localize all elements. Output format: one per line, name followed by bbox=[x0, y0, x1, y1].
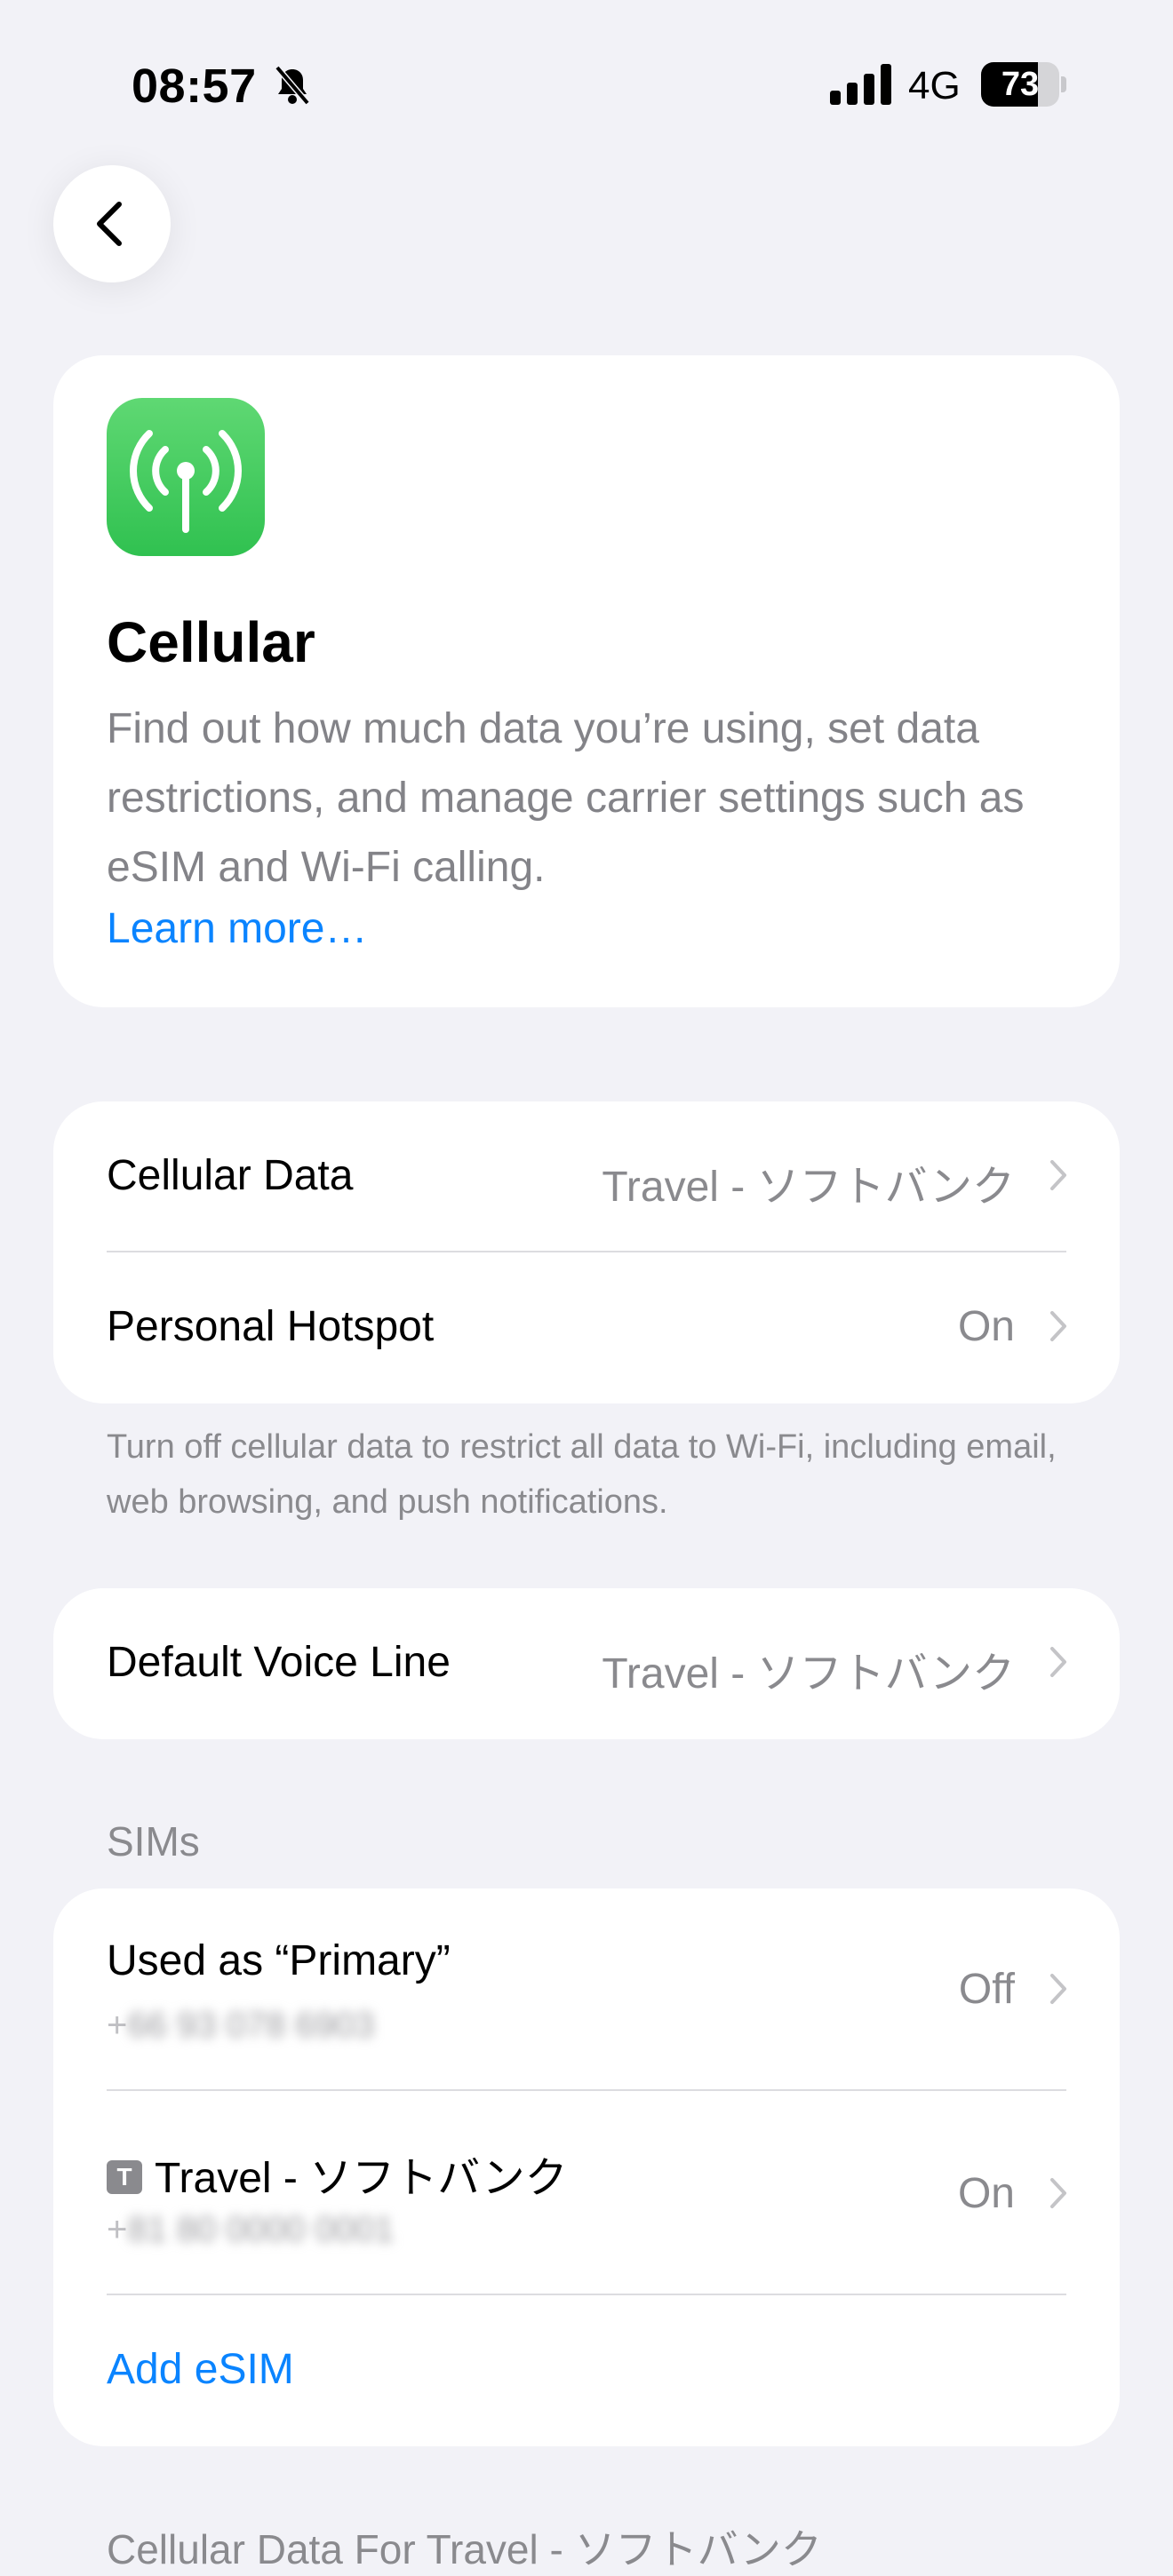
phone-prefix: + bbox=[107, 2210, 128, 2249]
battery-indicator: 73 bbox=[981, 62, 1066, 107]
cellular-data-row[interactable]: Cellular Data Travel - ソフトバンク bbox=[53, 1101, 1120, 1252]
row-value: On bbox=[957, 1303, 1015, 1350]
cellular-info-card: Cellular Find out how much data you’re u… bbox=[53, 355, 1120, 1007]
cellular-data-footnote: Turn off cellular data to restrict all d… bbox=[107, 1428, 1057, 1521]
chevron-right-icon bbox=[1050, 2178, 1066, 2208]
chevron-right-icon bbox=[1050, 1647, 1066, 1677]
network-type: 4G bbox=[908, 64, 961, 107]
bell-slash-icon bbox=[275, 65, 310, 106]
row-label: Cellular Data bbox=[107, 1152, 354, 1199]
sim-row-travel[interactable]: T Travel - ソフトバンク +81 80 0000 0001 On bbox=[53, 2091, 1120, 2295]
sim-tag-badge: T bbox=[107, 2160, 142, 2195]
chevron-right-icon bbox=[1050, 1974, 1066, 2004]
row-label: Default Voice Line bbox=[107, 1639, 451, 1686]
sim-number: +81 80 0000 0001 bbox=[107, 2210, 395, 2250]
chevron-left-icon bbox=[97, 202, 122, 246]
sim-row-primary[interactable]: Used as “Primary” +66 93 078 6903 Off bbox=[53, 1888, 1120, 2091]
cellular-signal-icon bbox=[830, 64, 891, 105]
cellular-data-travel-header: Cellular Data For Travel - ソフトバンク bbox=[107, 2526, 822, 2572]
voice-line-group: Default Voice Line Travel - ソフトバンク bbox=[53, 1588, 1120, 1739]
chevron-right-icon bbox=[1050, 1311, 1066, 1341]
divider bbox=[107, 2294, 1066, 2295]
sims-section-header: SIMs bbox=[107, 1818, 200, 1864]
phone-number-redacted: 81 80 0000 0001 bbox=[127, 2210, 395, 2249]
chevron-right-icon bbox=[1050, 1160, 1066, 1190]
row-value: Off bbox=[958, 1966, 1015, 2013]
status-bar: 08:57 4G 73 bbox=[0, 0, 1173, 169]
personal-hotspot-row[interactable]: Personal Hotspot On bbox=[53, 1252, 1120, 1403]
sim-label: Travel - ソフトバンク bbox=[155, 2155, 568, 2202]
sim-number: +66 93 078 6903 bbox=[107, 2006, 374, 2046]
row-value: On bbox=[957, 2170, 1015, 2217]
default-voice-line-row[interactable]: Default Voice Line Travel - ソフトバンク bbox=[53, 1588, 1120, 1739]
page-description: Find out how much data you’re using, set… bbox=[107, 705, 1025, 891]
sim-label-wrap: T Travel - ソフトバンク bbox=[107, 2143, 568, 2205]
sims-group: Used as “Primary” +66 93 078 6903 Off TT… bbox=[53, 1888, 1120, 2446]
antenna-icon bbox=[130, 430, 242, 533]
back-button[interactable] bbox=[53, 165, 171, 282]
page-title: Cellular bbox=[107, 610, 315, 674]
phone-number-redacted: 66 93 078 6903 bbox=[127, 2006, 375, 2045]
sim-label: Used as “Primary” bbox=[107, 1937, 451, 1984]
row-value: Travel - ソフトバンク bbox=[602, 1164, 1015, 1211]
add-esim-button[interactable]: Add eSIM bbox=[107, 2345, 294, 2394]
battery-level: 73 bbox=[1001, 66, 1040, 103]
status-time: 08:57 bbox=[132, 60, 257, 113]
phone-prefix: + bbox=[107, 2006, 128, 2045]
learn-more-link[interactable]: Learn more… bbox=[107, 904, 367, 953]
cellular-app-icon bbox=[107, 398, 265, 556]
data-settings-group: Cellular Data Travel - ソフトバンク Personal H… bbox=[53, 1101, 1120, 1403]
row-label: Personal Hotspot bbox=[107, 1303, 435, 1350]
row-value: Travel - ソフトバンク bbox=[602, 1650, 1015, 1697]
